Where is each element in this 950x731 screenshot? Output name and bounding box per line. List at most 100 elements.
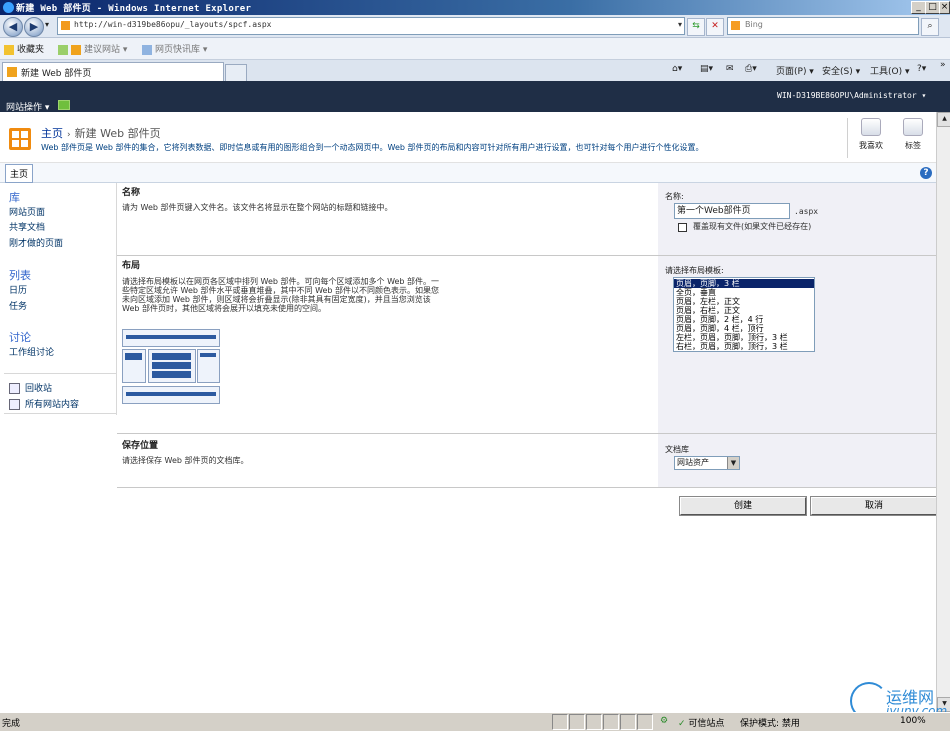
overwrite-checkbox[interactable] [678, 223, 687, 232]
nav-item-recent-page[interactable]: 刚才做的页面 [9, 236, 63, 249]
layout-option[interactable]: 页眉，页脚，3 栏 [674, 279, 814, 288]
status-cell [586, 714, 602, 730]
nav-item-all-content[interactable]: 所有网站内容 [9, 397, 79, 410]
vertical-scrollbar[interactable]: ▲ ▼ [936, 112, 950, 712]
scroll-up-icon[interactable]: ▲ [937, 112, 950, 127]
address-dropdown-icon[interactable]: ▾ [678, 20, 682, 29]
status-cell [620, 714, 636, 730]
layout-option[interactable]: 页眉，页脚，2 栏，4 行 [676, 315, 763, 324]
search-icon[interactable]: ⌕ [921, 18, 939, 36]
window-title-bar: 新建 Web 部件页 - Windows Internet Explorer _… [0, 0, 950, 15]
layout-template-list[interactable]: 页眉，页脚，3 栏 全页，垂直 页眉，左栏，正文 页眉，右栏，正文 页眉，页脚，… [673, 277, 815, 352]
layout-option[interactable]: 页眉，右栏，正文 [676, 306, 740, 315]
status-done: 完成 [2, 719, 21, 729]
tools-menu[interactable]: 工具(O) ▾ [870, 64, 910, 77]
webslice-icon [142, 44, 152, 55]
ie-logo-icon [3, 2, 14, 13]
recycle-bin-label: 回收站 [25, 384, 53, 394]
favorites-button[interactable]: 收藏夹 [4, 42, 44, 55]
page-title-area: 主页 › 新建 Web 部件页 Web 部件页是 Web 部件的集合，它将列表数据、… [0, 112, 936, 163]
library-select-value: 网站资产 [677, 458, 709, 467]
nav-separator-bottom [4, 413, 116, 414]
layout-option[interactable]: 右栏，页眉，页脚，顶行，3 栏 [676, 342, 788, 351]
nav-separator [4, 373, 116, 374]
tab-home[interactable]: 主页 [5, 164, 34, 183]
fav-item-suggested-label: 建议网站 ▾ [84, 45, 128, 55]
breadcrumb-home[interactable]: 主页 [41, 127, 63, 140]
tags-label: 标签 [905, 141, 921, 150]
url-text[interactable]: http://win-d319be86opu/_layouts/spcf.asp… [74, 20, 271, 29]
history-dropdown-icon[interactable]: ▾ [45, 20, 49, 29]
nav-item-shared-docs[interactable]: 共享文档 [9, 220, 45, 233]
print-icon[interactable]: ⎙▾ [745, 64, 757, 74]
name-input[interactable]: 第一个Web部件页 [674, 203, 790, 219]
nav-item-calendar[interactable]: 日历 [9, 283, 27, 296]
favorites-bar: 收藏夹 建议网站 ▾ 网页快讯库 ▾ [0, 38, 950, 60]
add-on-icon[interactable]: ⚙ [660, 716, 668, 726]
name-description: 请为 Web 部件页键入文件名。该文件名将显示在整个网站的标题和链接中。 [122, 203, 393, 212]
library-select[interactable]: 网站资产 ▼ [674, 456, 740, 470]
close-button[interactable]: × [939, 1, 950, 14]
maximize-button[interactable]: □ [925, 1, 940, 14]
layout-preview-image [122, 329, 220, 404]
bing-icon [731, 21, 740, 30]
back-button[interactable]: ◀ [3, 17, 23, 37]
status-cell [569, 714, 585, 730]
name-section: 名称 请为 Web 部件页键入文件名。该文件名将显示在整个网站的标题和链接中。 [117, 183, 658, 255]
stop-icon[interactable]: ✕ [706, 18, 724, 36]
site-logo-icon [9, 128, 31, 150]
status-cell [552, 714, 568, 730]
help-menu[interactable]: ?▾ [917, 64, 926, 74]
nav-heading-discussions[interactable]: 讨论 [9, 329, 31, 345]
user-menu[interactable]: WIN-D319BE86OPU\Administrator ▾ [777, 91, 926, 100]
search-input[interactable]: Bing [727, 17, 919, 35]
cancel-button[interactable]: 取消 [810, 496, 938, 516]
more-tools-button[interactable]: » [940, 60, 946, 70]
favorites-label: 收藏夹 [17, 45, 45, 55]
tab-title: 新建 Web 部件页 [21, 69, 92, 79]
nav-item-tasks[interactable]: 任务 [9, 299, 27, 312]
save-description: 请选择保存 Web 部件页的文档库。 [122, 456, 249, 465]
like-button[interactable]: 我喜欢 [850, 118, 892, 151]
layout-option[interactable]: 全页，垂直 [676, 288, 716, 297]
layout-option[interactable]: 左栏，页眉，页脚，顶行，3 栏 [676, 333, 788, 342]
tab-current[interactable]: 新建 Web 部件页 [2, 62, 224, 81]
navigate-up-icon[interactable] [58, 100, 70, 110]
checkmark-icon: ✓ [678, 719, 686, 729]
mail-icon[interactable]: ✉ [726, 64, 734, 74]
name-heading: 名称 [122, 188, 141, 198]
address-bar[interactable]: http://win-d319be86opu/_layouts/spcf.asp… [57, 17, 685, 35]
layout-label: 请选择布局模板: [665, 266, 724, 275]
home-icon[interactable]: ⌂▾ [672, 64, 682, 74]
new-tab-button[interactable] [225, 64, 247, 81]
extension-label: .aspx [794, 207, 819, 216]
like-icon [861, 118, 881, 136]
nav-heading-lists[interactable]: 列表 [9, 267, 31, 283]
page-menu[interactable]: 页面(P) ▾ [776, 64, 814, 77]
layout-description-line: 请选择布局模板以在网页各区域中排列 Web 部件。可向每个区域添加多个 Web … [122, 277, 440, 286]
layout-option[interactable]: 页眉，左栏，正文 [676, 297, 740, 306]
fav-item-webslice[interactable]: 网页快讯库 ▾ [142, 42, 207, 55]
breadcrumb-separator: › [67, 130, 71, 140]
nav-heading-libraries[interactable]: 库 [9, 189, 20, 205]
minimize-button[interactable]: _ [911, 1, 926, 14]
status-cell [637, 714, 653, 730]
protected-mode: 保护模式: 禁用 [740, 719, 800, 729]
trusted-zone[interactable]: ✓ 可信站点 [678, 716, 724, 729]
refresh-icon[interactable]: ⇆ [687, 18, 705, 36]
zoom-level[interactable]: 100% [900, 716, 926, 726]
breadcrumb-current: 新建 Web 部件页 [74, 127, 161, 140]
help-icon[interactable]: ? [920, 167, 932, 179]
forward-button[interactable]: ▶ [24, 17, 44, 37]
safety-menu[interactable]: 安全(S) ▾ [822, 64, 860, 77]
nav-item-team-discussion[interactable]: 工作组讨论 [9, 345, 54, 358]
feeds-icon[interactable]: ▤▾ [700, 64, 713, 74]
suggested-sites-icon [71, 44, 81, 55]
tags-button[interactable]: 标签 [892, 118, 934, 151]
nav-item-site-pages[interactable]: 网站页面 [9, 205, 45, 218]
fav-item-suggested[interactable]: 建议网站 ▾ [58, 42, 127, 55]
create-button[interactable]: 创建 [679, 496, 807, 516]
layout-option[interactable]: 页眉，页脚，4 栏，顶行 [676, 324, 764, 333]
nav-item-recycle-bin[interactable]: 回收站 [9, 381, 52, 394]
all-content-label: 所有网站内容 [25, 400, 80, 410]
